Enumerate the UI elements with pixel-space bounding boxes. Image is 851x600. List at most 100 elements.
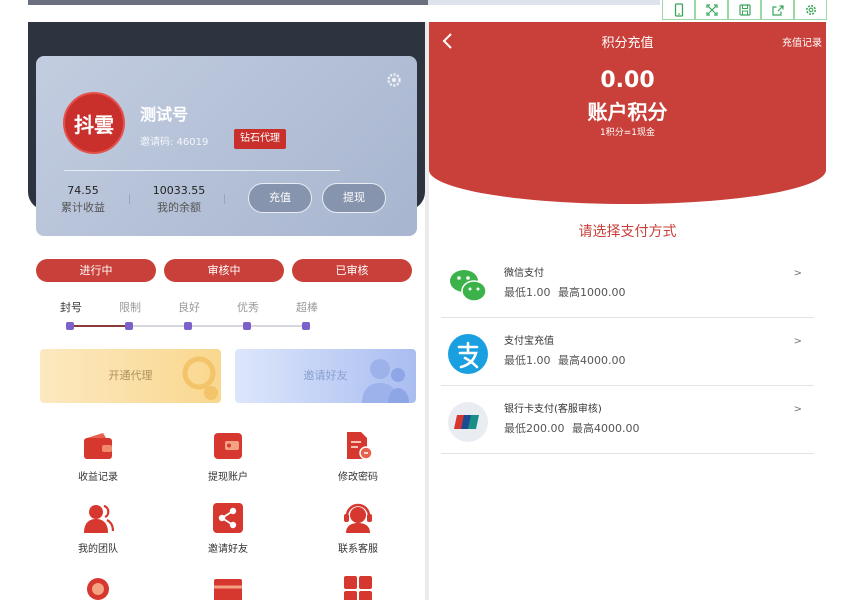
level-label: 优秀 <box>237 301 259 314</box>
vip-badge: 钻石代理 <box>234 129 286 149</box>
level-dot <box>243 322 251 330</box>
screenshot-stage: 抖雲 测试号 邀请码: 46019 钻石代理 74.55 累计收益 10033.… <box>0 0 851 600</box>
card-divider <box>64 170 340 171</box>
chevron-right-icon: > <box>793 336 802 347</box>
share-icon[interactable] <box>761 0 794 20</box>
document-edit-icon <box>342 430 374 462</box>
user-center-screen: 抖雲 测试号 邀请码: 46019 钻石代理 74.55 累计收益 10033.… <box>28 22 425 600</box>
tab-in-progress[interactable]: 进行中 <box>36 259 156 282</box>
customer-service-icon <box>342 502 374 534</box>
invite-friends-banner[interactable]: 邀请好友 <box>235 349 416 403</box>
payment-name: 银行卡支付(客服审核) <box>504 404 602 415</box>
apps-grid-icon <box>342 574 374 600</box>
balance-stat[interactable]: 10033.55 我的余额 <box>146 184 212 215</box>
menu-my-team[interactable]: 我的团队 <box>53 502 143 555</box>
app-logo: 抖雲 <box>63 92 125 154</box>
earnings-label: 累计收益 <box>61 201 105 214</box>
payment-min: 最低1.00 <box>504 286 551 299</box>
chevron-right-icon: > <box>793 404 802 415</box>
tab-reviewed[interactable]: 已审核 <box>292 259 412 282</box>
coin-decoration-icon <box>182 356 218 400</box>
menu-label: 邀请好友 <box>208 544 248 555</box>
payment-limits: 最低1.00 最高4000.00 <box>504 352 626 368</box>
payment-method-bank-card[interactable]: 银行卡支付(客服审核) 最低200.00 最高4000.00 > <box>441 386 814 454</box>
level-dot <box>184 322 192 330</box>
payment-limits: 最低1.00 最高1000.00 <box>504 284 626 300</box>
save-icon[interactable] <box>728 0 761 20</box>
stat-separator <box>224 194 225 204</box>
level-dot <box>302 322 310 330</box>
menu-invite-friends[interactable]: 邀请好友 <box>183 502 273 555</box>
level-label: 限制 <box>119 301 141 314</box>
payment-max: 最高4000.00 <box>572 422 640 435</box>
menu-withdraw-account[interactable]: 提现账户 <box>183 430 273 483</box>
payment-max: 最高1000.00 <box>558 286 626 299</box>
earnings-value: 74.55 <box>67 184 99 197</box>
top-strip-right <box>428 0 660 5</box>
stat-separator <box>129 194 130 204</box>
open-agent-label: 开通代理 <box>108 369 153 382</box>
menu-customer-service[interactable]: 联系客服 <box>313 502 403 555</box>
menu-label: 联系客服 <box>338 544 378 555</box>
earnings-stat[interactable]: 74.55 累计收益 <box>56 184 110 215</box>
menu-item-partial[interactable] <box>53 574 143 600</box>
payment-limits: 最低200.00 最高4000.00 <box>504 420 640 436</box>
recharge-history-link[interactable]: 充值记录 <box>782 34 822 49</box>
level-label: 良好 <box>178 301 200 314</box>
choose-payment-heading: 请选择支付方式 <box>578 224 677 240</box>
menu-label: 收益记录 <box>78 472 118 483</box>
balance-label: 我的余额 <box>157 201 201 214</box>
menu-change-password[interactable]: 修改密码 <box>313 430 403 483</box>
exchange-rate: 1积分=1现金 <box>600 128 655 138</box>
alipay-icon <box>448 334 488 374</box>
points-recharge-screen: 积分充值 充值记录 0.00 账户积分 1积分=1现金 请选择支付方式 微信支付… <box>429 22 826 600</box>
menu-label: 我的团队 <box>78 544 118 555</box>
invite-code: 邀请码: 46019 <box>140 137 209 148</box>
menu-label: 提现账户 <box>208 472 248 483</box>
level-label: 封号 <box>60 301 82 314</box>
profile-card: 抖雲 测试号 邀请码: 46019 钻石代理 74.55 累计收益 10033.… <box>36 56 417 236</box>
open-agent-banner[interactable]: 开通代理 <box>40 349 221 403</box>
payment-name: 支付宝充值 <box>504 336 554 347</box>
unionpay-icon <box>448 402 488 442</box>
points-label: 账户积分 <box>587 100 668 124</box>
payment-name: 微信支付 <box>504 268 544 279</box>
invite-friends-label: 邀请好友 <box>303 369 348 382</box>
phone-icon[interactable] <box>662 0 695 20</box>
page-title: 积分充值 <box>601 36 654 51</box>
settings-icon[interactable] <box>794 0 827 20</box>
shop-icon <box>212 574 244 600</box>
payment-min: 最低200.00 <box>504 422 565 435</box>
wallet-icon <box>82 430 114 462</box>
payment-method-alipay[interactable]: 支付宝充值 最低1.00 最高4000.00 > <box>441 318 814 386</box>
preview-toolbar <box>662 0 827 20</box>
wechat-icon <box>450 270 487 302</box>
level-progress <box>69 325 129 327</box>
user-badge-icon <box>82 574 114 600</box>
menu-item-partial[interactable] <box>313 574 403 600</box>
payment-max: 最高4000.00 <box>558 354 626 367</box>
menu-label: 修改密码 <box>338 472 378 483</box>
card-wallet-icon <box>212 430 244 462</box>
user-name: 测试号 <box>140 105 189 124</box>
payment-method-wechat[interactable]: 微信支付 最低1.00 最高1000.00 > <box>441 250 814 318</box>
fullscreen-icon[interactable] <box>695 0 728 20</box>
recharge-header: 积分充值 充值记录 0.00 账户积分 1积分=1现金 <box>429 22 826 204</box>
level-dot <box>66 322 74 330</box>
menu-item-partial[interactable] <box>183 574 273 600</box>
balance-value: 10033.55 <box>152 184 206 197</box>
people-decoration-icon <box>362 359 409 403</box>
recharge-button[interactable]: 充值 <box>248 183 312 213</box>
menu-earnings-records[interactable]: 收益记录 <box>53 430 143 483</box>
level-dot <box>125 322 133 330</box>
payment-min: 最低1.00 <box>504 354 551 367</box>
top-strip-left <box>28 0 428 5</box>
team-icon <box>82 502 114 534</box>
chevron-right-icon: > <box>793 268 802 279</box>
share-icon <box>212 502 244 534</box>
tab-under-review[interactable]: 审核中 <box>164 259 284 282</box>
level-label: 超棒 <box>296 301 318 314</box>
points-value: 0.00 <box>600 68 655 93</box>
withdraw-button[interactable]: 提现 <box>322 183 386 213</box>
gear-icon[interactable] <box>386 72 402 88</box>
